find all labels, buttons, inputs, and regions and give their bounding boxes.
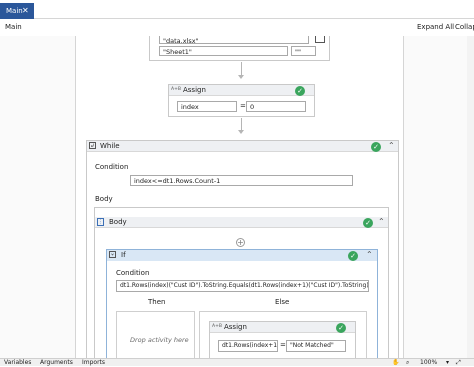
assign-to-field[interactable]: index xyxy=(177,101,237,112)
assign-title: Assign xyxy=(183,86,206,94)
browse-button[interactable] xyxy=(315,36,325,43)
assign-icon: A+B xyxy=(212,324,222,329)
pan-icon[interactable]: ✋ xyxy=(392,359,399,366)
chevron-down-icon[interactable]: ▾ xyxy=(446,359,449,366)
vertical-scrollbar[interactable] xyxy=(467,36,474,358)
close-icon[interactable]: ✕ xyxy=(22,6,29,15)
then-drop-zone[interactable] xyxy=(116,311,195,358)
connector-arrow xyxy=(238,130,244,134)
assign-title: Assign xyxy=(224,323,247,331)
assign-icon: A+B xyxy=(171,87,181,92)
connector-arrow xyxy=(238,75,244,79)
body-sequence-title: Body xyxy=(109,218,127,226)
check-icon: ✓ xyxy=(348,251,358,261)
imports-tab[interactable]: Imports xyxy=(82,359,105,366)
connector-line xyxy=(241,118,242,130)
collapse-all-button[interactable]: Collapse All xyxy=(455,23,474,31)
equals-sign: = xyxy=(280,341,286,349)
body-sequence-header xyxy=(95,217,388,228)
workbook-path-field[interactable]: "data.xlsx" xyxy=(159,36,309,44)
check-icon: ✓ xyxy=(363,218,373,228)
while-condition-field[interactable]: index<=dt1.Rows.Count-1 xyxy=(130,175,353,186)
breadcrumb-bar xyxy=(0,19,474,36)
if-condition-label: Condition xyxy=(116,269,150,277)
while-header xyxy=(87,141,398,152)
else-label: Else xyxy=(275,298,290,306)
sequence-icon: ⋮ xyxy=(97,218,104,226)
while-title: While xyxy=(100,142,120,150)
tab-strip xyxy=(0,0,474,19)
add-activity-icon[interactable]: + xyxy=(236,238,245,247)
if-title: If xyxy=(121,251,126,259)
zoom-level[interactable]: 100% xyxy=(420,359,437,366)
connector-line xyxy=(241,62,242,75)
then-drop-text: Drop activity here xyxy=(130,336,189,344)
assign-value-field[interactable]: 0 xyxy=(246,101,306,112)
check-icon: ✓ xyxy=(336,323,346,333)
breadcrumb[interactable]: Main xyxy=(5,23,22,31)
collapse-icon[interactable]: ⌃ xyxy=(366,250,373,259)
arguments-tab[interactable]: Arguments xyxy=(40,359,73,366)
if-condition-field[interactable]: dt1.Rows(index)("Cust ID").ToString.Equa… xyxy=(116,280,369,292)
variables-tab[interactable]: Variables xyxy=(4,359,31,366)
loop-icon: ↲ xyxy=(89,142,96,149)
range-field[interactable]: "" xyxy=(291,46,316,56)
while-condition-label: Condition xyxy=(95,163,129,171)
collapse-icon[interactable]: ⌃ xyxy=(388,141,395,150)
check-icon: ✓ xyxy=(295,86,305,96)
check-icon: ✓ xyxy=(371,142,381,152)
equals-sign: = xyxy=(240,102,246,110)
then-label: Then xyxy=(148,298,166,306)
tab-main[interactable]: Main ✕ xyxy=(0,3,34,19)
expand-all-button[interactable]: Expand All xyxy=(417,23,454,31)
tab-main-label: Main xyxy=(6,7,23,15)
assign-value-field[interactable]: "Not Matched" xyxy=(286,340,346,352)
collapse-icon[interactable]: ⌃ xyxy=(378,217,385,226)
if-icon: ⑂ xyxy=(109,251,116,258)
while-body-label: Body xyxy=(95,195,113,203)
if-header xyxy=(107,250,377,261)
sheet-name-field[interactable]: "Sheet1" xyxy=(159,46,288,56)
assign-to-field[interactable]: dt1.Rows(index+1) xyxy=(218,340,278,352)
